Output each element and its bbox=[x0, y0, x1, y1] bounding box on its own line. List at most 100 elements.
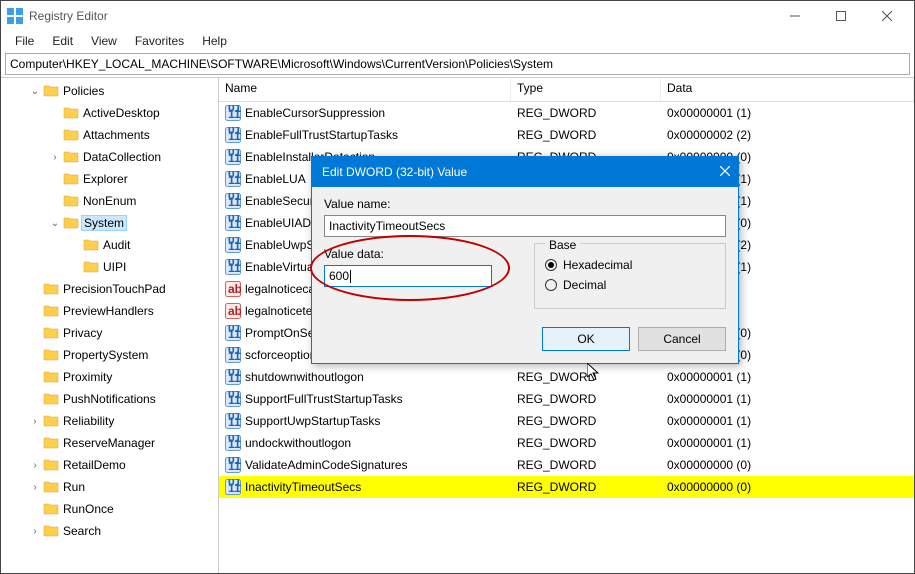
reg-dword-icon bbox=[225, 347, 241, 363]
radio-decimal[interactable]: Decimal bbox=[545, 278, 715, 292]
tree-item-label: Attachments bbox=[83, 128, 150, 142]
value-row[interactable]: InactivityTimeoutSecsREG_DWORD0x00000000… bbox=[219, 476, 914, 498]
tree-item-audit[interactable]: Audit bbox=[1, 234, 218, 256]
reg-dword-icon bbox=[225, 215, 241, 231]
folder-icon bbox=[43, 303, 59, 319]
value-name: EnableFullTrustStartupTasks bbox=[245, 128, 511, 142]
tree-item-attachments[interactable]: Attachments bbox=[1, 124, 218, 146]
tree-item-label: ActiveDesktop bbox=[83, 106, 160, 120]
radio-hexadecimal[interactable]: Hexadecimal bbox=[545, 258, 715, 272]
dialog-title: Edit DWORD (32-bit) Value bbox=[322, 165, 702, 179]
folder-icon bbox=[63, 193, 79, 209]
tree-item-label: Proximity bbox=[63, 370, 112, 384]
tree-item-propertysystem[interactable]: PropertySystem bbox=[1, 344, 218, 366]
column-name[interactable]: Name bbox=[219, 78, 511, 101]
tree-item-runonce[interactable]: RunOnce bbox=[1, 498, 218, 520]
collapse-icon[interactable]: ⌄ bbox=[29, 86, 41, 97]
column-type[interactable]: Type bbox=[511, 78, 661, 101]
tree-item-privacy[interactable]: Privacy bbox=[1, 322, 218, 344]
tree-item-system[interactable]: ⌄ System bbox=[1, 212, 218, 234]
collapse-icon[interactable]: ⌄ bbox=[49, 218, 61, 229]
menu-edit[interactable]: Edit bbox=[44, 32, 81, 50]
reg-dword-icon bbox=[225, 479, 241, 495]
tree-item-uipi[interactable]: UIPI bbox=[1, 256, 218, 278]
ok-button[interactable]: OK bbox=[542, 327, 630, 351]
tree-item-label: Explorer bbox=[83, 172, 128, 186]
tree-item-explorer[interactable]: Explorer bbox=[1, 168, 218, 190]
menu-help[interactable]: Help bbox=[194, 32, 235, 50]
reg-dword-icon bbox=[225, 105, 241, 121]
tree-item-previewhandlers[interactable]: PreviewHandlers bbox=[1, 300, 218, 322]
tree-item-proximity[interactable]: Proximity bbox=[1, 366, 218, 388]
menu-file[interactable]: File bbox=[7, 32, 42, 50]
column-data[interactable]: Data bbox=[661, 78, 914, 101]
maximize-button[interactable] bbox=[818, 1, 864, 31]
tree-item-label: System bbox=[81, 215, 127, 231]
minimize-button[interactable] bbox=[772, 1, 818, 31]
tree-item-policies[interactable]: ⌄ Policies bbox=[1, 80, 218, 102]
dialog-close-button[interactable] bbox=[702, 165, 730, 179]
expand-icon[interactable]: › bbox=[29, 526, 41, 537]
tree-item-retaildemo[interactable]: ›RetailDemo bbox=[1, 454, 218, 476]
folder-icon bbox=[43, 83, 59, 99]
tree-item-reservemanager[interactable]: ReserveManager bbox=[1, 432, 218, 454]
folder-icon bbox=[43, 347, 59, 363]
value-name: EnableCursorSuppression bbox=[245, 106, 511, 120]
tree-item-nonenum[interactable]: NonEnum bbox=[1, 190, 218, 212]
value-data: 0x00000001 (1) bbox=[661, 370, 914, 384]
folder-icon bbox=[83, 259, 99, 275]
value-row[interactable]: SupportUwpStartupTasksREG_DWORD0x0000000… bbox=[219, 410, 914, 432]
expand-icon[interactable]: › bbox=[29, 460, 41, 471]
value-data: 0x00000000 (0) bbox=[661, 480, 914, 494]
folder-icon bbox=[43, 325, 59, 341]
tree-item-precisiontouchpad[interactable]: PrecisionTouchPad bbox=[1, 278, 218, 300]
folder-icon bbox=[63, 215, 79, 231]
expand-icon[interactable]: › bbox=[49, 152, 61, 163]
value-type: REG_DWORD bbox=[511, 436, 661, 450]
tree-item-label: PushNotifications bbox=[63, 392, 156, 406]
registry-tree[interactable]: ⌄ Policies ActiveDesktop Attachments ›DataCo… bbox=[1, 78, 219, 573]
value-name-label: Value name: bbox=[324, 197, 726, 211]
reg-dword-icon bbox=[225, 391, 241, 407]
folder-icon bbox=[63, 105, 79, 121]
value-type: REG_DWORD bbox=[511, 414, 661, 428]
tree-item-run[interactable]: ›Run bbox=[1, 476, 218, 498]
titlebar: Registry Editor bbox=[1, 1, 914, 31]
value-row[interactable]: ValidateAdminCodeSignaturesREG_DWORD0x00… bbox=[219, 454, 914, 476]
value-data: 0x00000001 (1) bbox=[661, 436, 914, 450]
tree-item-label: Search bbox=[63, 524, 101, 538]
folder-icon bbox=[43, 369, 59, 385]
tree-item-pushnotifications[interactable]: PushNotifications bbox=[1, 388, 218, 410]
value-row[interactable]: EnableFullTrustStartupTasksREG_DWORD0x00… bbox=[219, 124, 914, 146]
tree-item-label: Policies bbox=[63, 84, 104, 98]
close-button[interactable] bbox=[864, 1, 910, 31]
tree-item-label: Audit bbox=[103, 238, 130, 252]
edit-dword-dialog: Edit DWORD (32-bit) Value Value name: In… bbox=[311, 156, 739, 364]
expand-icon[interactable]: › bbox=[29, 416, 41, 427]
value-row[interactable]: undockwithoutlogonREG_DWORD0x00000001 (1… bbox=[219, 432, 914, 454]
value-type: REG_DWORD bbox=[511, 106, 661, 120]
cancel-button[interactable]: Cancel bbox=[638, 327, 726, 351]
value-data: 0x00000001 (1) bbox=[661, 106, 914, 120]
value-row[interactable]: shutdownwithoutlogonREG_DWORD0x00000001 … bbox=[219, 366, 914, 388]
folder-icon bbox=[43, 413, 59, 429]
tree-item-label: PropertySystem bbox=[63, 348, 148, 362]
tree-item-datacollection[interactable]: ›DataCollection bbox=[1, 146, 218, 168]
value-data: 0x00000001 (1) bbox=[661, 392, 914, 406]
tree-item-search[interactable]: › Search bbox=[1, 520, 218, 542]
folder-icon bbox=[43, 523, 59, 539]
tree-item-reliability[interactable]: ›Reliability bbox=[1, 410, 218, 432]
expand-icon[interactable]: › bbox=[29, 482, 41, 493]
address-bar[interactable]: Computer\HKEY_LOCAL_MACHINE\SOFTWARE\Mic… bbox=[5, 53, 910, 75]
value-row[interactable]: SupportFullTrustStartupTasksREG_DWORD0x0… bbox=[219, 388, 914, 410]
value-name: ValidateAdminCodeSignatures bbox=[245, 458, 511, 472]
value-name-input[interactable]: InactivityTimeoutSecs bbox=[324, 215, 726, 237]
dialog-titlebar[interactable]: Edit DWORD (32-bit) Value bbox=[312, 157, 738, 187]
value-row[interactable]: EnableCursorSuppressionREG_DWORD0x000000… bbox=[219, 102, 914, 124]
tree-item-label: PrecisionTouchPad bbox=[63, 282, 166, 296]
value-data-input[interactable]: 600 bbox=[324, 265, 492, 287]
menu-favorites[interactable]: Favorites bbox=[127, 32, 192, 50]
tree-item-activedesktop[interactable]: ActiveDesktop bbox=[1, 102, 218, 124]
menu-view[interactable]: View bbox=[83, 32, 125, 50]
tree-item-label: PreviewHandlers bbox=[63, 304, 154, 318]
